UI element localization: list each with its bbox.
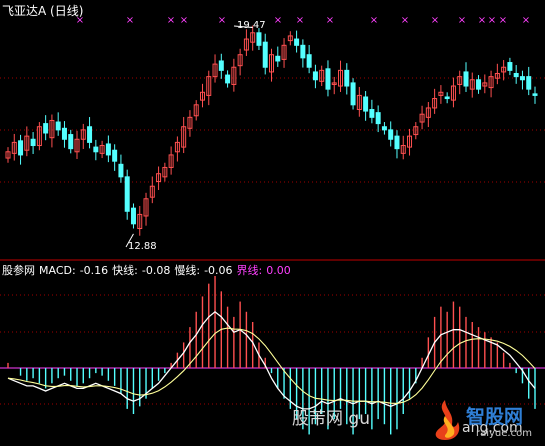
candle-down — [118, 163, 124, 178]
candle-down — [300, 44, 306, 59]
candlestick-series — [5, 25, 538, 236]
chart-title: 飞亚达A (日线) — [2, 2, 83, 19]
candle-down — [513, 73, 519, 78]
slow-line-label: 慢线: — [174, 264, 201, 277]
candle-down — [256, 32, 262, 46]
candle-down — [87, 126, 93, 143]
candle-down — [312, 71, 318, 81]
stock-chart-window: × × × × × × × × × × × × × × × × 飞亚达A (日线) 19.47 12.88 股… — [0, 0, 545, 446]
candle-down — [112, 149, 118, 162]
candle-down — [344, 69, 350, 87]
signal-marker: × — [431, 15, 439, 26]
candle-down — [350, 82, 356, 106]
dea-line — [7, 327, 536, 404]
candle-down — [294, 38, 300, 46]
watermark-mid: gu — [348, 409, 370, 429]
dif-line — [7, 310, 536, 410]
signal-marker: × — [370, 15, 378, 26]
candle-down — [394, 135, 400, 150]
slow-line-value: -0.06 — [204, 264, 233, 277]
macd-legend: 股参网 MACD: -0.16 快线: -0.08 慢线: -0.06 界线: 0.00 — [2, 262, 295, 278]
stock-name: 飞亚达A — [2, 4, 47, 18]
signal-marker: × — [326, 15, 334, 26]
fast-line-value: -0.08 — [141, 264, 171, 277]
candle-down — [124, 176, 130, 212]
signal-marker: × — [488, 15, 496, 26]
signal-marker: × — [296, 15, 304, 26]
candle-down — [30, 138, 36, 147]
candle-down — [519, 76, 525, 81]
low-price-label: 12.88 — [128, 241, 157, 252]
candle-down — [325, 68, 331, 90]
candle-down — [93, 146, 99, 153]
indicator-source: 股参网 — [2, 264, 35, 277]
candle-down — [43, 123, 49, 134]
watermark-site: 股芾网 gu — [292, 404, 370, 429]
candle-down — [61, 127, 67, 140]
logo-name: 智股网 — [466, 406, 524, 428]
candle-down — [388, 129, 394, 140]
candle-down — [218, 60, 224, 71]
signal-marker: × — [218, 15, 226, 26]
candle-down — [306, 54, 312, 68]
candle-down — [532, 93, 538, 96]
signal-marker: × — [401, 15, 409, 26]
candle-down — [369, 109, 375, 118]
signal-markers: × × × × × × × × × × × × × × × × — [76, 15, 530, 26]
signal-marker: × — [180, 15, 188, 26]
flame-logo-icon — [435, 400, 460, 440]
candle-down — [225, 74, 231, 84]
candle-down — [463, 71, 469, 87]
signal-marker: × — [499, 15, 507, 26]
candle-down — [18, 140, 24, 156]
candle-down — [105, 143, 111, 156]
candle-down — [262, 41, 268, 68]
macd-value: -0.16 — [79, 264, 109, 277]
candle-down — [55, 121, 61, 131]
signal-marker: × — [274, 15, 282, 26]
candle-down — [526, 76, 532, 90]
macd-lines — [7, 310, 536, 410]
signal-marker: × — [522, 15, 530, 26]
signal-marker: × — [167, 15, 175, 26]
candle-down — [130, 207, 136, 225]
chart-canvas[interactable]: × × × × × × × × × × × × × × × × — [0, 0, 545, 446]
macd-label: MACD: — [39, 264, 76, 277]
period-label: (日线) — [50, 4, 84, 18]
candle-down — [476, 79, 482, 90]
signal-marker: × — [126, 15, 134, 26]
candle-down — [375, 112, 381, 125]
signal-marker: × — [458, 15, 466, 26]
logo-url: raiyue.com — [476, 428, 532, 439]
candle-down — [363, 96, 369, 112]
watermark-left: 股芾网 — [292, 409, 343, 429]
signal-marker: × — [478, 15, 486, 26]
fast-line-label: 快线: — [112, 264, 138, 277]
candle-down — [507, 62, 513, 71]
high-price-label: 19.47 — [237, 20, 266, 31]
zero-line-value: 0.00 — [266, 264, 291, 277]
candle-down — [275, 55, 281, 62]
candle-down — [68, 134, 74, 150]
zero-line-label: 界线: — [236, 264, 263, 277]
candle-down — [444, 96, 450, 100]
candle-down — [381, 126, 387, 131]
